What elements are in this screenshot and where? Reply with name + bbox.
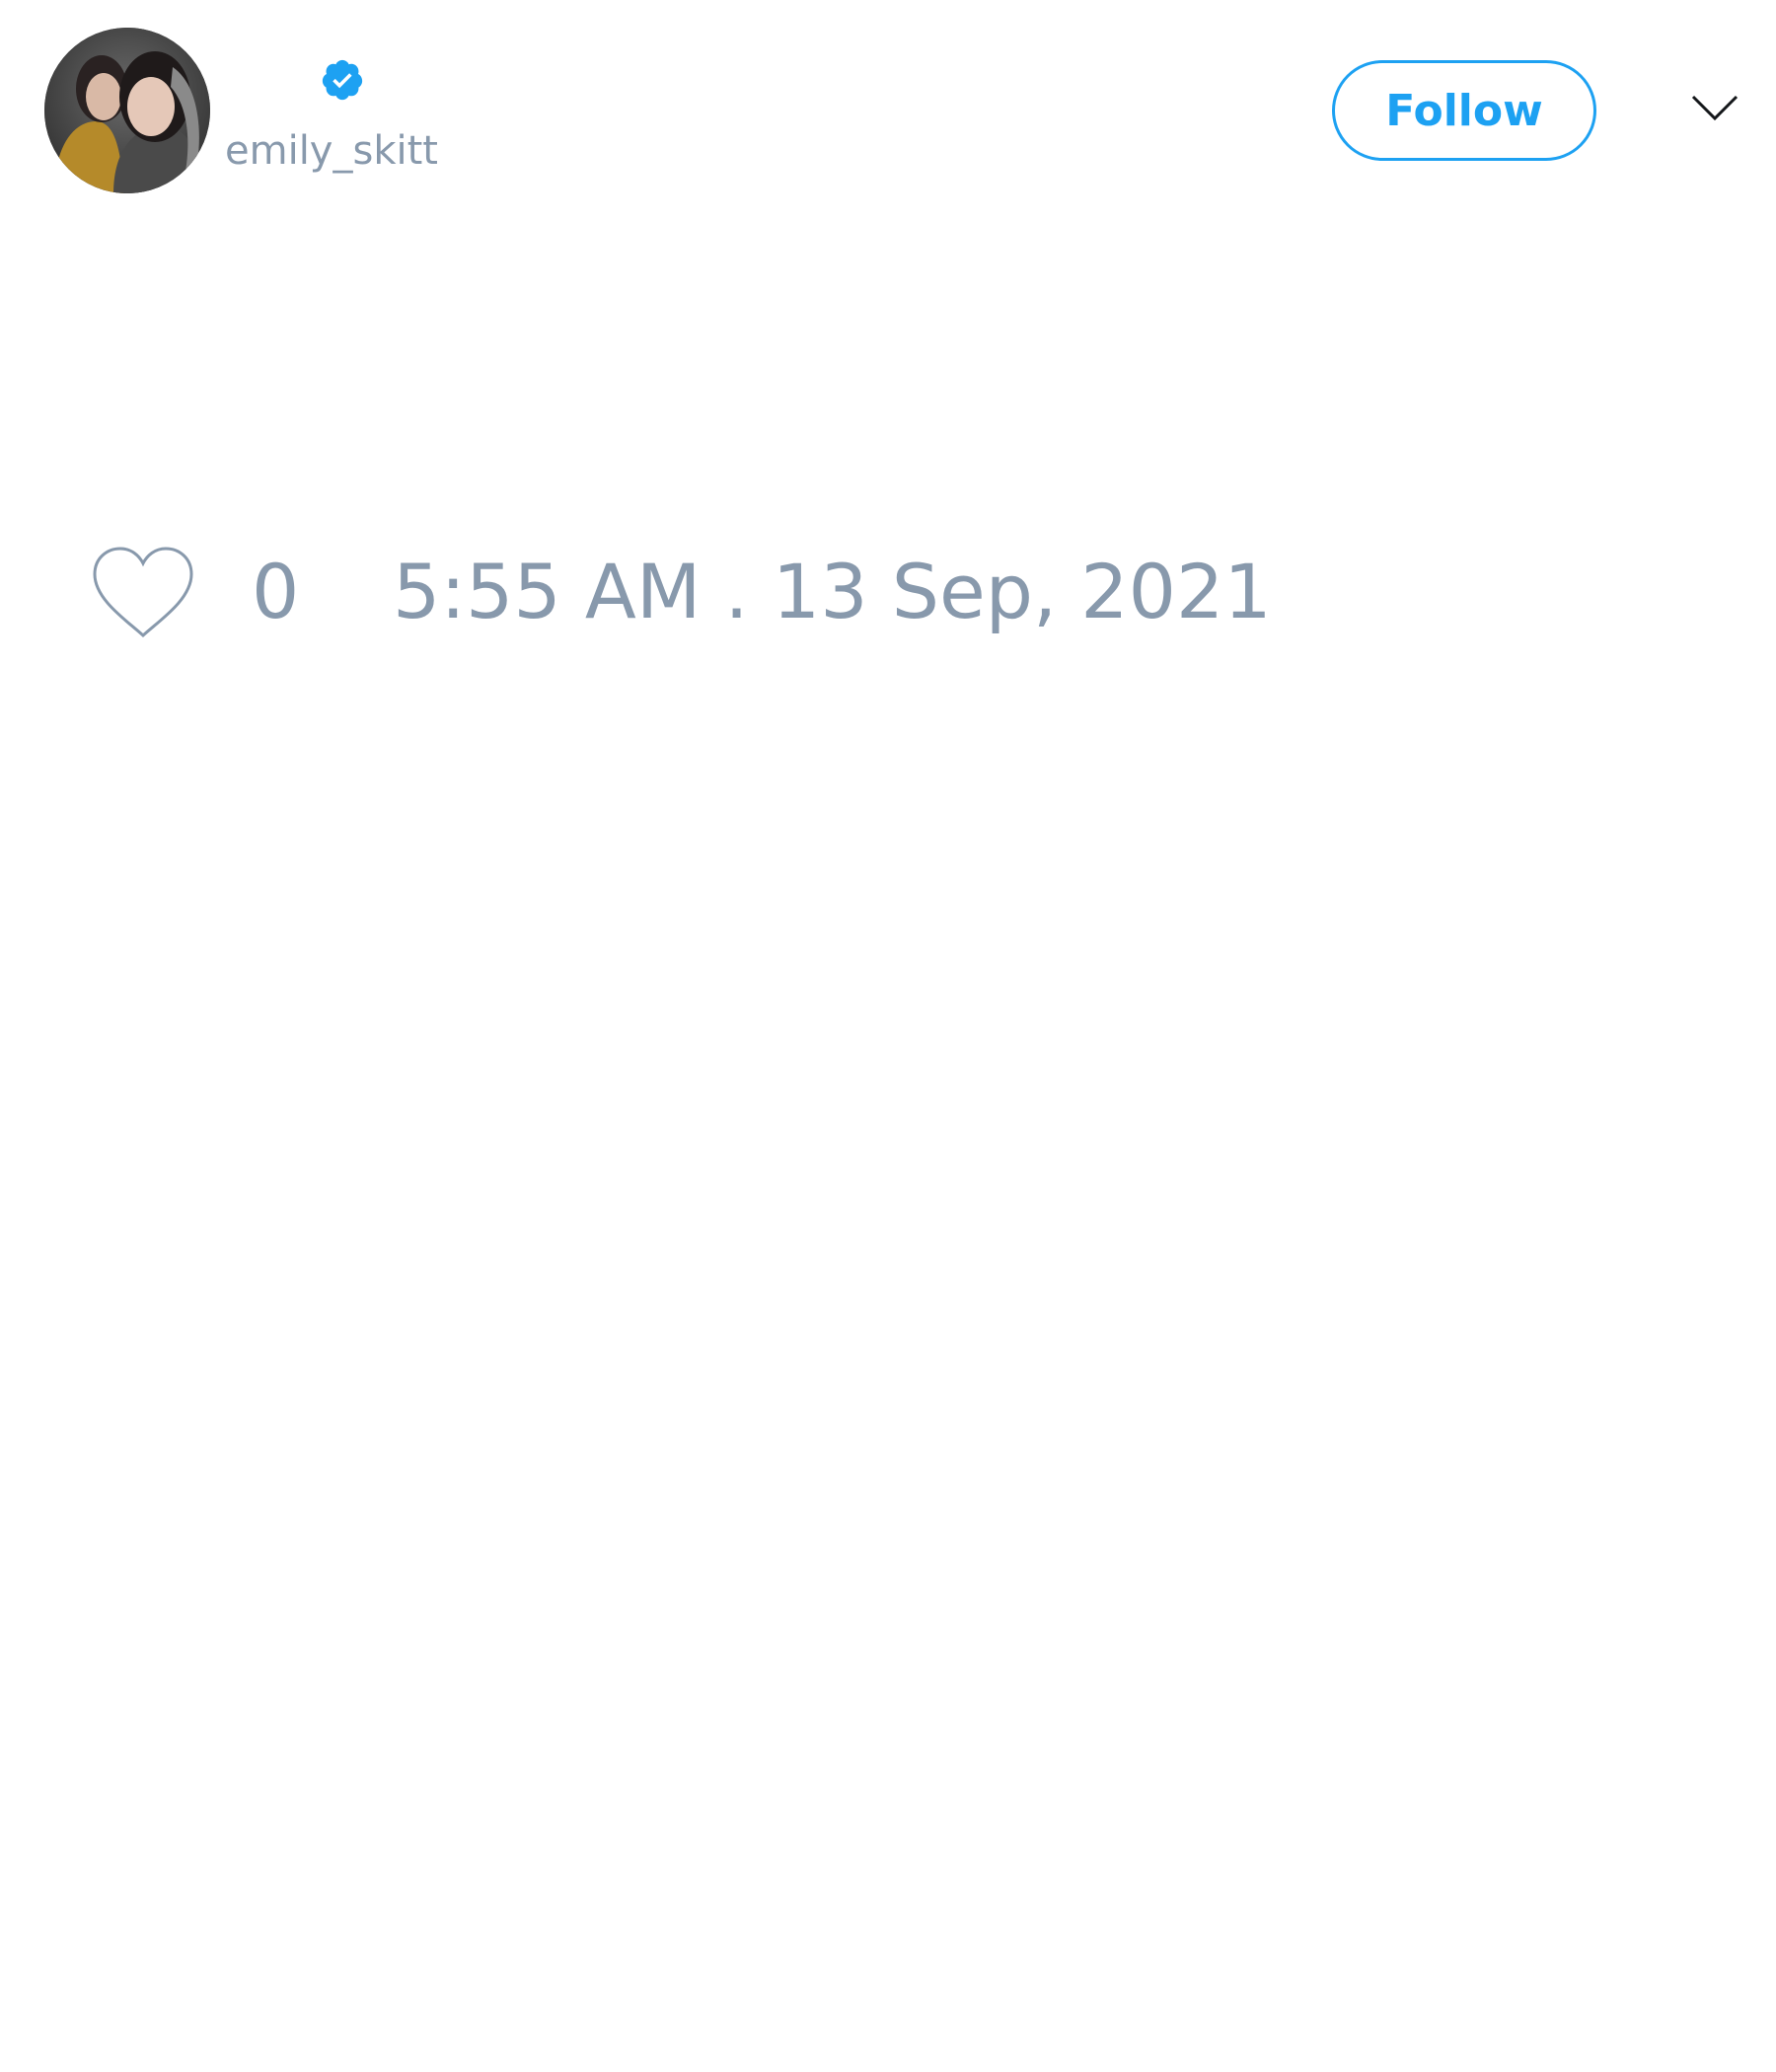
tweet-header: emily_skitt Follow <box>0 0 1776 227</box>
heart-outline-icon[interactable] <box>89 545 197 643</box>
chevron-down-icon[interactable] <box>1689 91 1740 126</box>
avatar[interactable] <box>44 28 210 193</box>
tweet-embed: emily_skitt Follow 0 5:55 AM . 13 Sep, 2… <box>0 0 1776 2072</box>
author-handle[interactable]: emily_skitt <box>225 128 438 174</box>
avatar-image <box>44 28 210 193</box>
follow-button[interactable]: Follow <box>1332 60 1596 161</box>
like-count: 0 <box>252 548 300 635</box>
verified-badge-icon <box>322 59 363 101</box>
tweet-timestamp[interactable]: 5:55 AM . 13 Sep, 2021 <box>393 547 1272 636</box>
tweet-footer: 0 5:55 AM . 13 Sep, 2021 <box>0 533 1776 651</box>
